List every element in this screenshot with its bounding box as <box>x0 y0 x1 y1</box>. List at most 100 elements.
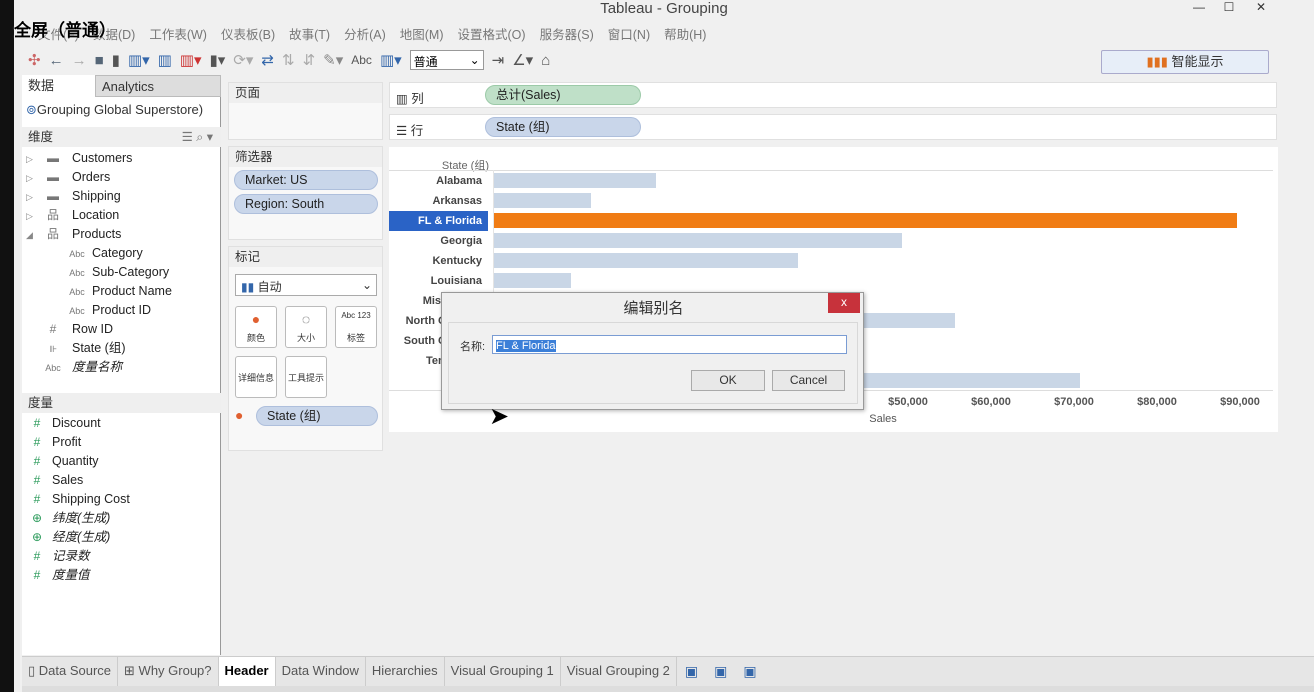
bar[interactable] <box>494 193 592 208</box>
sheet-tab[interactable]: Header <box>218 657 276 687</box>
expand-icon[interactable]: ◢ <box>26 226 42 245</box>
field-item[interactable]: ◢ 品 Products <box>26 225 121 244</box>
datasource-item[interactable]: ⊚Grouping Global Superstore) <box>26 102 203 118</box>
color-button[interactable]: ● 颜色 <box>235 306 277 348</box>
color-pill-state-group[interactable]: State (组) <box>256 406 378 426</box>
pause-updates-icon[interactable]: ▮▾ <box>210 51 226 69</box>
highlight-icon[interactable]: ✎▾ <box>323 51 343 69</box>
ok-button[interactable]: OK <box>691 370 765 391</box>
sheet-tab[interactable]: ▯ Data Source <box>22 657 119 687</box>
pages-card[interactable]: 页面 <box>228 82 383 140</box>
menu-item[interactable]: 故事(T) <box>289 24 330 43</box>
presentation-icon[interactable]: ⌂ <box>541 52 550 69</box>
chart-type-icon[interactable]: ▥▾ <box>380 51 402 69</box>
row-label[interactable]: Georgia <box>389 231 488 251</box>
refresh-icon[interactable]: ⟳▾ <box>233 51 253 69</box>
field-item[interactable]: ▷ 品 Location <box>26 206 119 225</box>
search-icon[interactable]: ☰ ⌕ ▾ <box>182 127 213 147</box>
field-item[interactable]: # Row ID <box>26 320 113 339</box>
show-labels-button[interactable]: Abc <box>351 53 372 67</box>
new-datasource-icon[interactable]: ▮ <box>112 51 120 69</box>
field-item[interactable]: # 度量值 <box>26 566 90 585</box>
sort-desc-icon[interactable]: ⇵ <box>303 51 316 69</box>
close-window-button[interactable]: ✕ <box>1246 0 1276 18</box>
field-item[interactable]: ▷ ▬ Shipping <box>26 187 121 206</box>
field-item[interactable]: # Shipping Cost <box>26 490 130 509</box>
undo-icon[interactable]: ← <box>49 52 64 69</box>
field-item[interactable]: # Profit <box>26 433 82 452</box>
new-worksheet-icon[interactable]: ▣ <box>677 657 706 686</box>
field-item[interactable]: Abc Product Name <box>66 282 172 301</box>
field-item[interactable]: ▷ ▬ Customers <box>26 149 132 168</box>
tab-data[interactable]: 数据 <box>22 75 94 97</box>
field-item[interactable]: # Discount <box>26 414 101 433</box>
annotate-icon[interactable]: ∠▾ <box>512 51 533 69</box>
expand-icon[interactable]: ▷ <box>26 150 42 169</box>
row-label[interactable]: Arkansas <box>389 191 488 211</box>
tableau-logo-icon[interactable]: ✣ <box>28 51 41 69</box>
swap-icon[interactable]: ⇄ <box>261 51 274 69</box>
menu-item[interactable]: 工作表(W) <box>149 24 207 43</box>
fit-select[interactable]: 普通 ⌄ <box>409 50 484 70</box>
bar[interactable] <box>494 233 902 248</box>
menu-item[interactable]: 分析(A) <box>344 24 386 43</box>
field-item[interactable]: # Sales <box>26 471 84 490</box>
field-item[interactable]: ⊪ State (组) <box>26 339 125 358</box>
mark-type-select[interactable]: ▮▮ 自动 ⌄ <box>235 274 377 296</box>
detail-button[interactable]: 详细信息 <box>235 356 277 398</box>
menu-item[interactable]: 地图(M) <box>400 24 444 43</box>
clear-sheet-icon[interactable]: ▥▾ <box>180 51 202 69</box>
menu-item[interactable]: 窗口(N) <box>608 24 650 43</box>
field-item[interactable]: ⊕ 纬度(生成) <box>26 509 110 528</box>
field-item[interactable]: ▷ ▬ Orders <box>26 168 110 187</box>
name-input[interactable]: FL & Florida <box>492 335 847 354</box>
menu-item[interactable]: 帮助(H) <box>664 24 706 43</box>
expand-icon[interactable]: ▷ <box>26 169 42 188</box>
save-icon[interactable]: ■ <box>95 52 104 69</box>
row-label[interactable]: FL & Florida <box>389 211 488 231</box>
field-item[interactable]: Abc 度量名称 <box>26 358 122 377</box>
bar[interactable] <box>494 173 656 188</box>
field-item[interactable]: Abc Product ID <box>66 301 151 320</box>
size-button[interactable]: ◌ 大小 <box>285 306 327 348</box>
duplicate-sheet-icon[interactable]: ▥ <box>158 51 172 69</box>
sheet-tab[interactable]: Hierarchies <box>366 657 445 687</box>
sheet-tab[interactable]: ⊞ Why Group? <box>118 657 219 687</box>
field-item[interactable]: Abc Sub-Category <box>66 263 169 282</box>
cancel-button[interactable]: Cancel <box>772 370 845 391</box>
new-story-icon[interactable]: ▣ <box>735 657 764 686</box>
row-label[interactable]: Alabama <box>389 171 488 191</box>
pin-axes-icon[interactable]: ⇥ <box>492 51 505 69</box>
menu-item[interactable]: 仪表板(B) <box>221 24 275 43</box>
columns-pill-sales[interactable]: 总计(Sales) <box>485 85 641 105</box>
label-button[interactable]: Abc 123 标签 <box>335 306 377 348</box>
field-item[interactable]: # 记录数 <box>26 547 90 566</box>
maximize-button[interactable]: ☐ <box>1214 0 1244 18</box>
field-item[interactable]: # Quantity <box>26 452 99 471</box>
redo-icon[interactable]: → <box>72 52 87 69</box>
tooltip-button[interactable]: 工具提示 <box>285 356 327 398</box>
sheet-tab[interactable]: Visual Grouping 1 <box>445 657 561 687</box>
sort-asc-icon[interactable]: ⇅ <box>282 51 295 69</box>
row-label[interactable]: Kentucky <box>389 251 488 271</box>
field-item[interactable]: Abc Category <box>66 244 143 263</box>
new-dashboard-icon[interactable]: ▣ <box>706 657 735 686</box>
expand-icon[interactable]: ▷ <box>26 188 42 207</box>
bar[interactable] <box>494 213 1237 228</box>
bar[interactable] <box>494 273 572 288</box>
minimize-button[interactable]: — <box>1184 0 1214 18</box>
filter-pill-market[interactable]: Market: US <box>234 170 378 190</box>
menu-item[interactable]: 设置格式(O) <box>458 24 526 43</box>
expand-icon[interactable]: ▷ <box>26 207 42 226</box>
bar[interactable] <box>494 253 798 268</box>
sheet-tab[interactable]: Data Window <box>276 657 366 687</box>
filter-pill-region[interactable]: Region: South <box>234 194 378 214</box>
row-label[interactable]: Louisiana <box>389 271 488 291</box>
sheet-tab[interactable]: Visual Grouping 2 <box>561 657 677 687</box>
menu-item[interactable]: 服务器(S) <box>540 24 594 43</box>
rows-pill-state-group[interactable]: State (组) <box>485 117 641 137</box>
field-item[interactable]: ⊕ 经度(生成) <box>26 528 110 547</box>
new-sheet-icon[interactable]: ▥▾ <box>128 51 150 69</box>
show-me-button[interactable]: ▮▮▮ 智能显示 <box>1101 50 1269 74</box>
tab-analytics[interactable]: Analytics <box>95 75 221 97</box>
